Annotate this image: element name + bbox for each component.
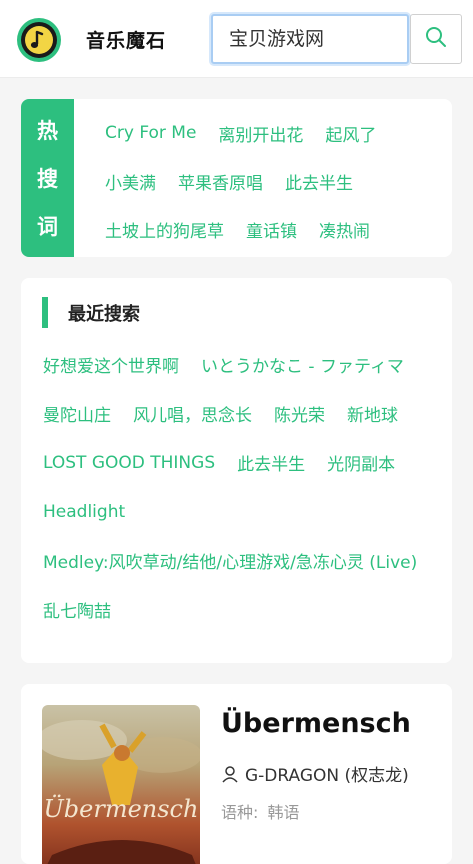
song-language: 语种: 韩语: [221, 799, 304, 823]
recent-search-item[interactable]: 新地球: [347, 401, 398, 426]
recent-search-card: 最近搜索 好想爱这个世界啊 いとうかなこ - ファティマ 曼陀山庄 风儿唱，思念…: [21, 278, 452, 663]
hot-label-char: 热: [37, 119, 58, 143]
app-title: 音乐魔石: [86, 30, 167, 52]
hot-search-item[interactable]: 小美满: [105, 169, 156, 194]
song-card[interactable]: Übermensch Übermensch G-DRAGON (权志龙) 语种:…: [21, 684, 452, 864]
recent-search-item[interactable]: LOST GOOD THINGS: [43, 453, 215, 473]
language-label: 语种:: [221, 803, 259, 822]
recent-search-item[interactable]: 风儿唱，思念长: [133, 401, 252, 426]
search-icon: [425, 26, 447, 52]
language-value: 韩语: [267, 803, 300, 822]
hot-search-item[interactable]: 凑热闹: [319, 217, 370, 242]
hot-search-item[interactable]: Cry For Me: [105, 123, 196, 143]
hot-search-item[interactable]: 土坡上的狗尾草: [105, 217, 224, 242]
recent-search-title: 最近搜索: [68, 304, 140, 325]
recent-search-item[interactable]: 乱七陶喆: [43, 597, 111, 622]
recent-search-item[interactable]: 陈光荣: [274, 401, 325, 426]
search-button[interactable]: [410, 14, 462, 64]
album-cover-text: Übermensch: [44, 794, 199, 823]
recent-search-item[interactable]: 曼陀山庄: [43, 401, 111, 426]
recent-search-list: 好想爱这个世界啊 いとうかなこ - ファティマ 曼陀山庄 风儿唱，思念长 陈光荣…: [43, 340, 443, 634]
hot-search-item[interactable]: 此去半生: [285, 169, 353, 194]
artist-name: G-DRAGON (权志龙): [245, 766, 409, 786]
recent-search-item[interactable]: Medley:风吹草动/结他/心理游戏/急冻心灵 (Live): [43, 548, 417, 573]
song-title[interactable]: Übermensch: [221, 708, 411, 739]
hot-search-item[interactable]: 起风了: [325, 121, 376, 146]
hot-search-item[interactable]: 苹果香原唱: [178, 169, 263, 194]
hot-search-list: Cry For Me 离别开出花 起风了 小美满 苹果香原唱 此去半生 土坡上的…: [105, 109, 445, 253]
section-accent-bar: [42, 297, 48, 328]
user-icon: [221, 765, 239, 783]
recent-search-item[interactable]: Headlight: [43, 502, 125, 522]
album-cover[interactable]: Übermensch: [42, 705, 200, 864]
music-note-icon[interactable]: [17, 18, 61, 62]
hot-search-item[interactable]: 离别开出花: [218, 121, 303, 146]
recent-search-item[interactable]: 光阴副本: [327, 450, 395, 475]
hot-label-char: 词: [37, 215, 58, 239]
hot-search-card: 热 搜 词 Cry For Me 离别开出花 起风了 小美满 苹果香原唱 此去半…: [21, 99, 452, 257]
recent-search-item[interactable]: 此去半生: [237, 450, 305, 475]
recent-search-item[interactable]: 好想爱这个世界啊: [43, 352, 179, 377]
search-input[interactable]: 宝贝游戏网: [211, 14, 409, 64]
hot-label-char: 搜: [37, 167, 58, 191]
hot-search-item[interactable]: 童话镇: [246, 217, 297, 242]
recent-search-item[interactable]: いとうかなこ - ファティマ: [201, 352, 404, 377]
top-bar: 音乐魔石 宝贝游戏网: [0, 0, 473, 78]
song-artist[interactable]: G-DRAGON (权志龙): [221, 761, 409, 786]
hot-search-label: 热 搜 词: [21, 99, 74, 257]
